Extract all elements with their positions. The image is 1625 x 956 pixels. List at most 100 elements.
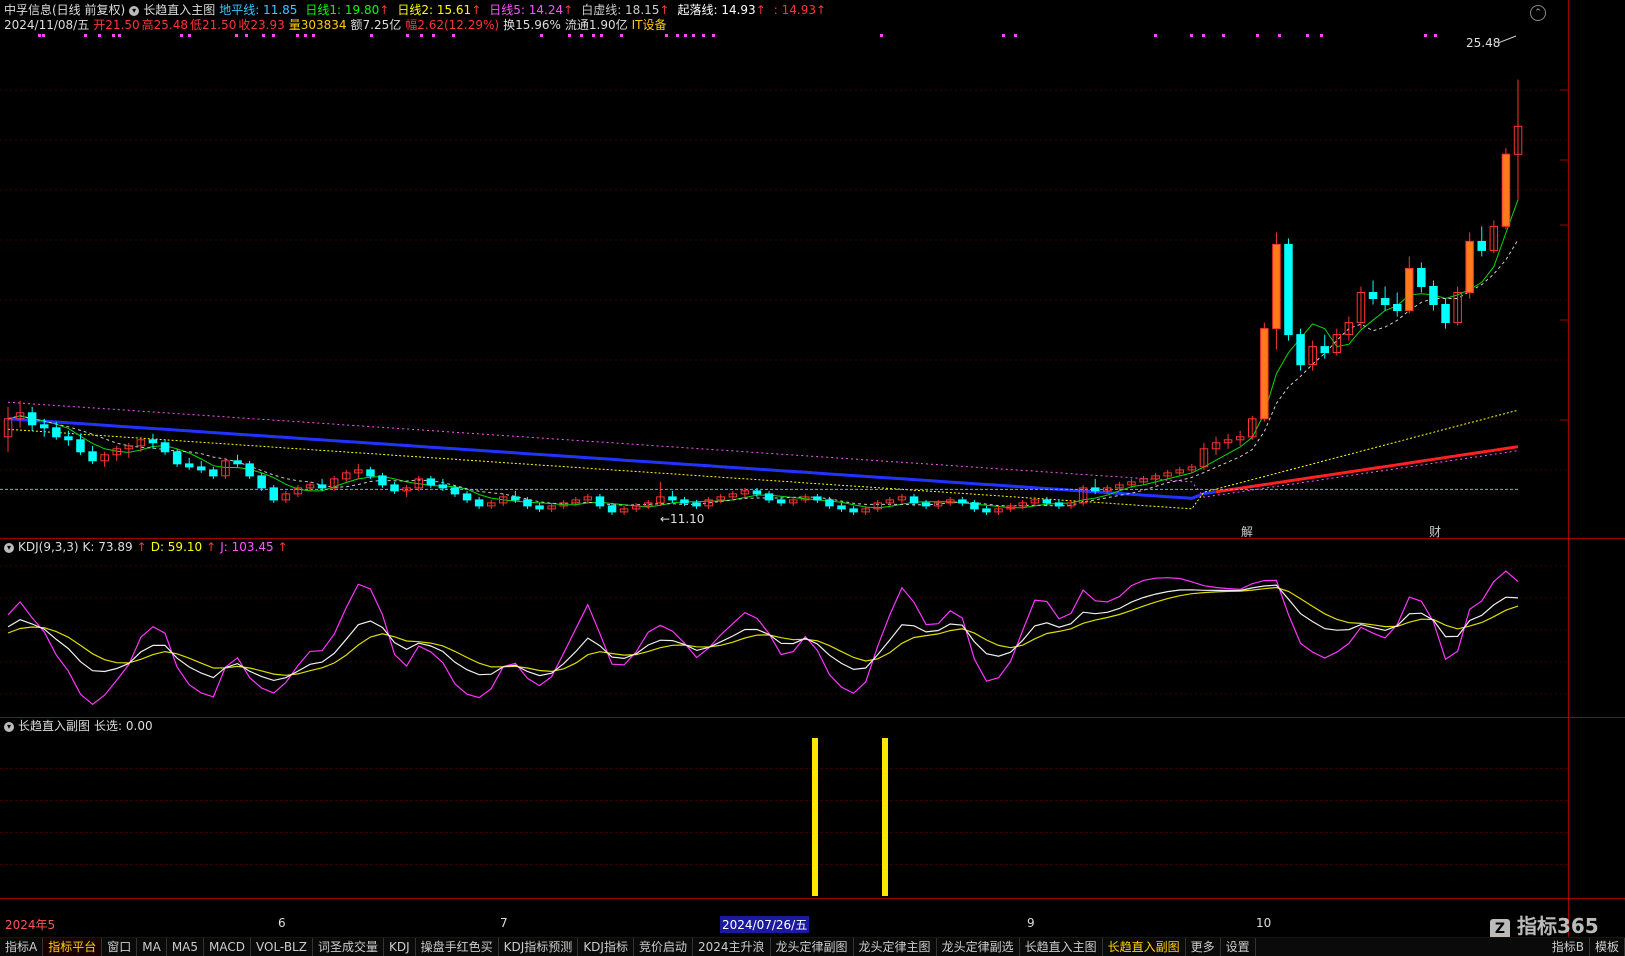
stock-title[interactable]: 中孚信息(日线 前复权) bbox=[4, 3, 125, 18]
candle-body bbox=[1477, 240, 1486, 251]
kdj-chart[interactable] bbox=[0, 556, 1568, 716]
candle-body bbox=[668, 496, 677, 501]
candle-body bbox=[813, 496, 822, 501]
candlestick-chart[interactable]: 25.48 ←11.10 解 财 bbox=[0, 30, 1568, 538]
candle-body bbox=[1393, 304, 1402, 311]
indicator-tab[interactable]: 竞价启动 bbox=[634, 938, 693, 956]
signal-dot bbox=[1014, 34, 1017, 37]
signal-dot bbox=[118, 34, 121, 37]
indicator-tab[interactable]: KDJ bbox=[384, 938, 416, 956]
candle-body bbox=[1441, 304, 1450, 323]
candle-body bbox=[1054, 502, 1064, 507]
indicator-tab-bar: 指标A 指标平台 窗口 MA MA5 MACD VOL-BLZ 词圣成交量 KDJ 操盘手红色买 K… bbox=[0, 937, 1625, 956]
ma-legend-item: 地平线: 11.85 bbox=[219, 3, 298, 17]
signal-dot bbox=[235, 34, 238, 37]
candle-body bbox=[269, 487, 278, 501]
high-price-label: 25.48 bbox=[1466, 36, 1500, 50]
indicator-tab[interactable]: 龙头定律副选 bbox=[937, 938, 1020, 956]
candle-body bbox=[1380, 298, 1390, 305]
signal-dot bbox=[1278, 34, 1281, 37]
sub-value: 长选: 0.00 bbox=[94, 719, 153, 733]
indicator-tab[interactable]: MA bbox=[137, 938, 167, 956]
indicator-tab[interactable]: 2024主升浪 bbox=[693, 938, 771, 956]
indicator-tab[interactable]: 操盘手红色买 bbox=[416, 938, 499, 956]
grid-line bbox=[0, 864, 1568, 865]
x-cursor-label: 2024/07/26/五 bbox=[720, 916, 810, 933]
indicator-tab[interactable]: VOL-BLZ bbox=[251, 938, 313, 956]
kdj-label[interactable]: KDJ(9,3,3) bbox=[18, 540, 79, 555]
ma-legend-item: 起落线: 14.93↑ bbox=[677, 3, 766, 17]
indicator-tab[interactable]: 长趋直入主图 bbox=[1020, 938, 1103, 956]
candle-body bbox=[450, 487, 460, 495]
indicator-tab[interactable]: 指标平台 bbox=[43, 938, 103, 956]
signal-dot bbox=[98, 34, 101, 37]
x-label: 2024年5 bbox=[5, 918, 56, 932]
indicator-tab[interactable]: 窗口 bbox=[102, 938, 138, 956]
candle-body bbox=[1429, 286, 1438, 305]
candle-body bbox=[607, 505, 617, 513]
up-arrow-icon: ↑ bbox=[815, 3, 827, 17]
indicator-tab[interactable]: 龙头定律主图 bbox=[854, 938, 937, 956]
signal-dot bbox=[452, 34, 455, 37]
candle-body bbox=[40, 424, 49, 429]
signal-dot bbox=[684, 34, 687, 37]
indicator-tab[interactable]: 模板 bbox=[1590, 938, 1625, 956]
ma-legend-item: 日线5: 14.24↑ bbox=[489, 3, 574, 17]
signal-dot bbox=[1002, 34, 1005, 37]
candle-body bbox=[970, 502, 979, 510]
kdj-settings-icon[interactable]: ▾ bbox=[4, 542, 14, 553]
signal-dot bbox=[1222, 34, 1225, 37]
candle-body bbox=[1260, 328, 1269, 420]
event-marker: 财 bbox=[1429, 525, 1441, 538]
candle-body bbox=[462, 493, 472, 501]
indicator-tab[interactable]: 设置 bbox=[1221, 938, 1256, 956]
sub-label[interactable]: 长趋直入副图 bbox=[18, 719, 90, 734]
settings-icon[interactable]: ▾ bbox=[129, 5, 140, 16]
signal-dot bbox=[1320, 34, 1323, 37]
ma-legend: 地平线: 11.85 日线1: 19.80↑ 日线2: 15.61↑ 日线5: 14.… bbox=[219, 3, 826, 18]
indicator-tab[interactable]: KDJ指标预测 bbox=[499, 938, 579, 956]
candle-body bbox=[1405, 268, 1414, 312]
main-indicator-name[interactable]: 长趋直入主图 bbox=[143, 3, 215, 18]
signal-dot bbox=[304, 34, 307, 37]
signal-dot bbox=[1202, 34, 1205, 37]
up-arrow-icon: ↑ bbox=[471, 3, 482, 17]
signal-dot bbox=[702, 34, 705, 37]
indicator-tab[interactable]: MA5 bbox=[167, 938, 205, 956]
kdj-header: ▾ KDJ(9,3,3) K: 73.89 ↑ D: 59.10 ↑ J: 10… bbox=[4, 540, 288, 555]
candle-body bbox=[1368, 292, 1378, 299]
x-label: 6 bbox=[278, 916, 286, 930]
candle-body bbox=[390, 484, 399, 492]
candle-body bbox=[752, 490, 762, 495]
sub-settings-icon[interactable]: ▾ bbox=[4, 721, 14, 732]
indicator-tab[interactable]: MACD bbox=[204, 938, 251, 956]
signal-dot bbox=[370, 34, 373, 37]
indicator-tab[interactable]: 指标B bbox=[1547, 938, 1590, 956]
ma-legend-item: 日线1: 19.80↑ bbox=[305, 3, 390, 17]
sub-header: ▾ 长趋直入副图 长选: 0.00 bbox=[4, 719, 153, 734]
kdj-d-arrow-icon: ↑ bbox=[206, 540, 217, 554]
indicator-tab[interactable]: 指标A bbox=[0, 938, 44, 956]
low-price-label: ←11.10 bbox=[660, 512, 704, 526]
logo-icon: Z bbox=[1490, 919, 1510, 939]
indicator-tab[interactable]: 长趋直入副图 bbox=[1103, 938, 1186, 956]
window-toggle-icon[interactable]: ⌃ bbox=[1530, 5, 1546, 21]
pane-divider bbox=[0, 898, 1625, 899]
ma-line-magenta bbox=[7, 401, 1519, 498]
indicator-tab[interactable]: 龙头定律副图 bbox=[771, 938, 854, 956]
signal-dot bbox=[665, 34, 668, 37]
signal-dot bbox=[1424, 34, 1427, 37]
candle-body bbox=[88, 451, 97, 462]
candle-body bbox=[1417, 268, 1426, 287]
candle-body bbox=[982, 508, 991, 513]
signal-dot bbox=[692, 34, 695, 37]
indicator-tab[interactable]: 词圣成交量 bbox=[313, 938, 384, 956]
candle-body bbox=[595, 496, 605, 507]
indicator-tab[interactable]: 更多 bbox=[1186, 938, 1221, 956]
indicator-tab[interactable]: KDJ指标 bbox=[578, 938, 634, 956]
signal-dot bbox=[1434, 34, 1437, 37]
signal-dot bbox=[592, 34, 595, 37]
pane-divider bbox=[0, 717, 1625, 718]
candle-body bbox=[523, 499, 532, 507]
signal-dot bbox=[1256, 34, 1259, 37]
